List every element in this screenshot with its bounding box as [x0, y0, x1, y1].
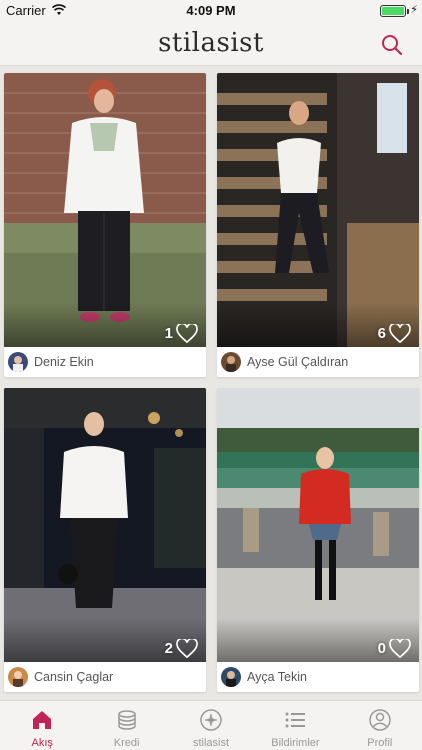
tab-akis[interactable]: Akış	[0, 701, 84, 750]
like-count: 1	[164, 325, 173, 342]
compass-icon	[200, 709, 222, 731]
tab-kredi[interactable]: Kredi	[84, 701, 168, 750]
like-count: 2	[164, 640, 173, 657]
tab-profil[interactable]: Profil	[338, 701, 422, 750]
like-counter[interactable]: 2	[165, 639, 198, 658]
author-name[interactable]: Ayse Gül Çaldıran	[247, 355, 348, 369]
like-counter[interactable]: 1	[165, 324, 198, 343]
post-footer[interactable]: Cansin Çaglar	[4, 662, 206, 692]
post-card[interactable]: 0 Ayça Tekin	[217, 388, 419, 692]
post-photo[interactable]	[4, 388, 206, 662]
author-name[interactable]: Deniz Ekin	[34, 355, 94, 369]
tab-stilasist[interactable]: stilasist	[169, 701, 253, 750]
app-logo: stilasist	[158, 28, 264, 58]
post-card[interactable]: 6 Ayse Gül Çaldıran	[217, 73, 419, 377]
tab-label: Akış	[31, 737, 53, 749]
search-icon[interactable]	[380, 33, 404, 57]
feed[interactable]: 1 Deniz Ekin 6 Ayse Gül Çaldıran 2 Cansi…	[0, 67, 422, 700]
heart-icon[interactable]	[176, 639, 198, 658]
post-footer[interactable]: Ayça Tekin	[217, 662, 419, 692]
heart-icon[interactable]	[389, 639, 411, 658]
like-counter[interactable]: 0	[378, 639, 411, 658]
avatar[interactable]	[8, 352, 28, 372]
tab-label: Bildirimler	[271, 737, 320, 749]
post-footer[interactable]: Ayse Gül Çaldıran	[217, 347, 419, 377]
post-card[interactable]: 1 Deniz Ekin	[4, 73, 206, 377]
tab-label: Profil	[367, 737, 393, 749]
tab-label: stilasist	[192, 737, 230, 749]
tab-label: Kredi	[113, 737, 140, 749]
like-count: 6	[377, 325, 386, 342]
battery-icon	[380, 5, 406, 17]
list-icon	[285, 712, 306, 728]
status-bar: Carrier 4:09 PM ⚡	[0, 0, 422, 22]
heart-icon[interactable]	[389, 324, 411, 343]
like-counter[interactable]: 6	[378, 324, 411, 343]
post-card[interactable]: 2 Cansin Çaglar	[4, 388, 206, 692]
post-photo[interactable]	[217, 73, 419, 347]
tab-bildirimler[interactable]: Bildirimler	[253, 701, 337, 750]
coins-icon	[117, 710, 136, 730]
author-name[interactable]: Ayça Tekin	[247, 670, 307, 684]
post-footer[interactable]: Deniz Ekin	[4, 347, 206, 377]
charging-icon: ⚡	[410, 4, 418, 16]
post-photo[interactable]	[4, 73, 206, 347]
clock: 4:09 PM	[186, 3, 236, 18]
avatar[interactable]	[8, 667, 28, 687]
home-icon	[33, 711, 52, 729]
tab-bar: Akış Kredi stilasist Bildirimler Profil	[0, 700, 422, 750]
avatar[interactable]	[221, 352, 241, 372]
heart-icon[interactable]	[176, 324, 198, 343]
like-count: 0	[377, 640, 386, 657]
user-icon	[369, 709, 391, 731]
post-photo[interactable]	[217, 388, 419, 662]
nav-bar: stilasist	[0, 22, 422, 66]
author-name[interactable]: Cansin Çaglar	[34, 670, 113, 684]
avatar[interactable]	[221, 667, 241, 687]
